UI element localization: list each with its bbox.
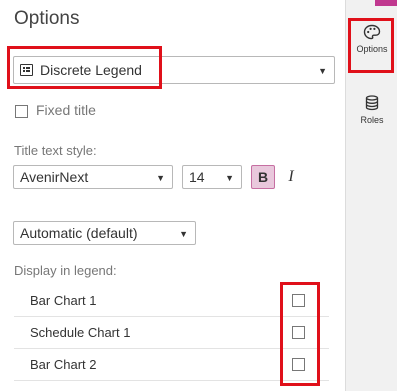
legend-item-checkbox[interactable] [292, 294, 305, 307]
panel-title: Options [14, 8, 80, 29]
rail-roles-button[interactable]: Roles [346, 95, 397, 125]
font-size-select[interactable]: 14 ▼ [182, 165, 242, 189]
chevron-down-icon: ▼ [156, 173, 165, 183]
legend-item-row: Schedule Chart 1 [14, 317, 329, 349]
font-size-value: 14 [189, 169, 205, 185]
paint-palette-icon [363, 24, 381, 40]
rail-options-button[interactable]: Options [346, 24, 397, 54]
legend-item-label: Bar Chart 1 [30, 293, 97, 308]
legend-item-row: Bar Chart 1 [14, 285, 329, 317]
chevron-down-icon: ▼ [179, 229, 188, 239]
legend-item-row: Bar Chart 2 [14, 349, 329, 381]
options-panel: Options Discrete Legend ▼ Fixed title Ti… [0, 0, 345, 391]
fixed-title-checkbox[interactable] [15, 105, 28, 118]
legend-type-value: Discrete Legend [40, 62, 142, 78]
title-text-style-label: Title text style: [14, 143, 97, 158]
font-family-value: AvenirNext [20, 169, 89, 185]
right-rail: Options Roles [345, 0, 397, 391]
database-icon [365, 95, 379, 111]
chevron-down-icon: ▼ [318, 66, 327, 76]
chevron-down-icon: ▼ [225, 173, 234, 183]
fixed-title-label: Fixed title [36, 102, 96, 118]
display-in-legend-label: Display in legend: [14, 263, 117, 278]
legend-list-icon [20, 64, 33, 76]
legend-item-label: Bar Chart 2 [30, 357, 97, 372]
bold-button[interactable]: B [251, 165, 275, 189]
legend-item-checkbox[interactable] [292, 358, 305, 371]
font-family-select[interactable]: AvenirNext ▼ [13, 165, 173, 189]
legend-item-label: Schedule Chart 1 [30, 325, 131, 340]
legend-item-checkbox[interactable] [292, 326, 305, 339]
rail-options-label: Options [356, 44, 388, 54]
italic-button[interactable]: I [283, 165, 299, 189]
legend-position-value: Automatic (default) [20, 225, 138, 241]
legend-type-select[interactable]: Discrete Legend ▼ [13, 56, 335, 84]
rail-accent-bar [375, 0, 397, 6]
rail-roles-label: Roles [360, 115, 384, 125]
legend-position-select[interactable]: Automatic (default) ▼ [13, 221, 196, 245]
